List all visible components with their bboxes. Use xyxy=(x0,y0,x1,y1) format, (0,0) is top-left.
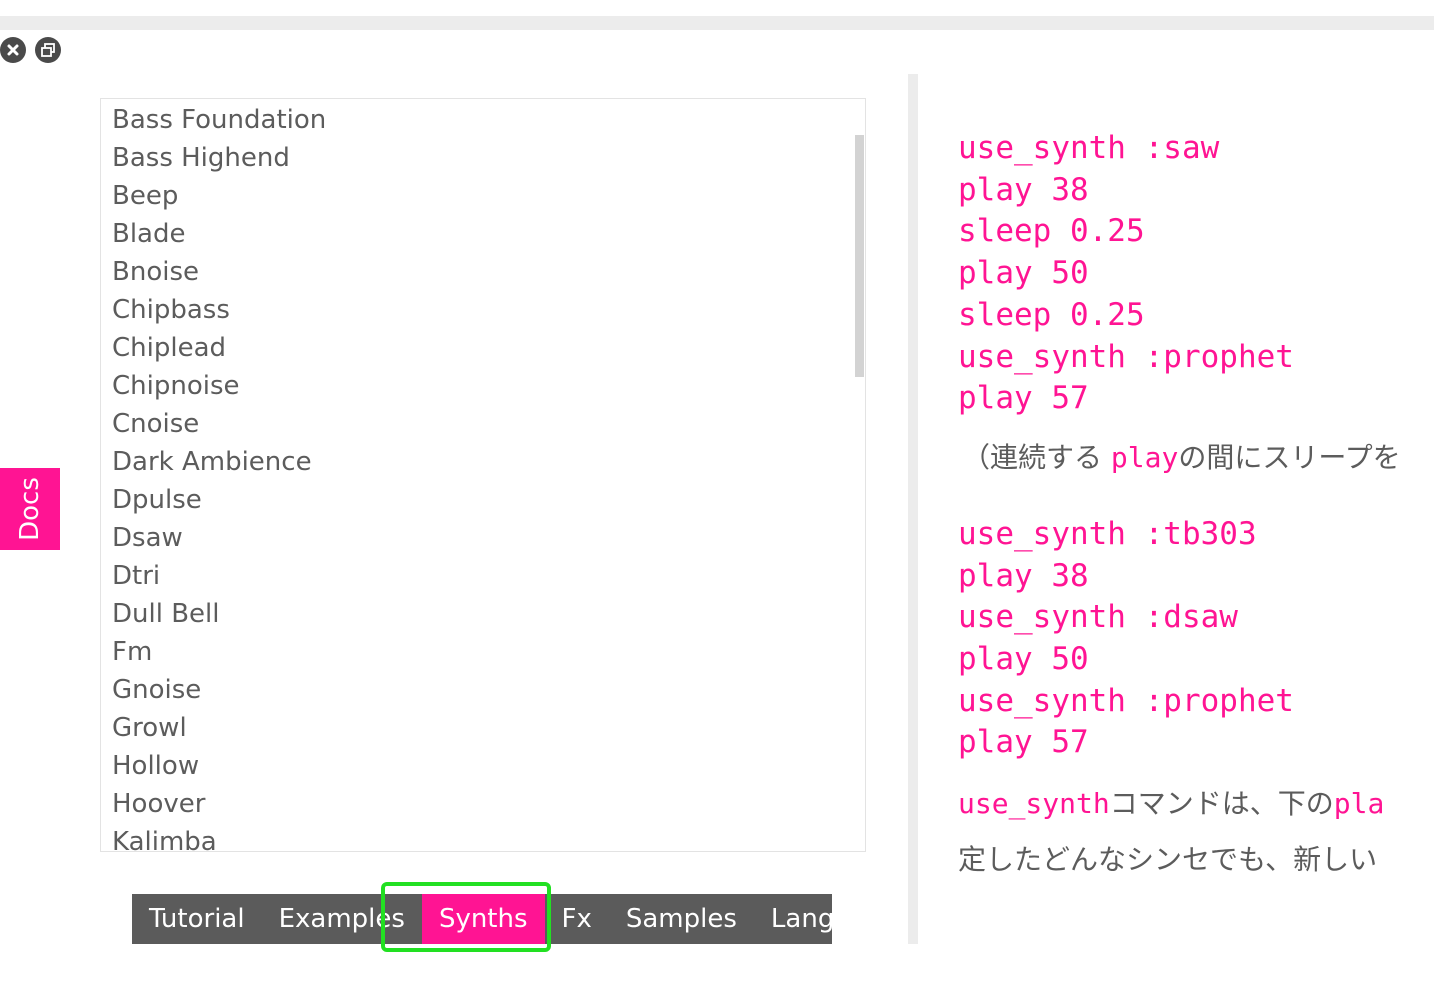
restore-button[interactable] xyxy=(35,37,61,63)
code-line: use_synth :saw xyxy=(958,130,1220,166)
synth-list-item[interactable]: Bass Highend xyxy=(112,139,865,177)
synth-list-item[interactable]: Bnoise xyxy=(112,253,865,291)
doc-paragraph-2-keyword-2: pla xyxy=(1333,787,1385,821)
panel-divider[interactable] xyxy=(908,74,918,944)
code-line: play 50 xyxy=(958,255,1089,292)
synth-list-item[interactable]: Hoover xyxy=(112,785,865,823)
synth-list-item[interactable]: Gnoise xyxy=(112,671,865,709)
synth-list-scrollbar[interactable] xyxy=(853,99,865,851)
synth-list-item[interactable]: Chiplead xyxy=(112,329,865,367)
doc-paragraph-1: （連続する playの間にスリープを xyxy=(958,436,1434,476)
docs-side-tab-label: Docs xyxy=(15,477,45,541)
synth-list-item[interactable]: Blade xyxy=(112,215,865,253)
code-line: use_synth :tb303 xyxy=(958,515,1257,552)
restore-icon xyxy=(41,43,55,57)
code-line: play 57 xyxy=(958,380,1089,417)
top-bar xyxy=(0,16,1434,30)
doc-paragraph-1-suffix: の間にスリープを xyxy=(1178,440,1401,474)
code-line: use_synth :dsaw xyxy=(958,599,1238,636)
synth-list-item[interactable]: Dull Bell xyxy=(112,595,865,633)
doc-paragraph-1-prefix: （連続する xyxy=(962,440,1111,474)
docs-tab-bar: Tutorial Examples Synths Fx Samples Lang xyxy=(132,894,834,944)
synth-list-item[interactable]: Cnoise xyxy=(112,405,865,443)
close-icon xyxy=(7,44,19,56)
synth-list-item[interactable]: Hollow xyxy=(112,747,865,785)
code-line: play 38 xyxy=(958,557,1089,594)
synth-list-items: Bass Foundation Bass Highend Beep Blade Bnoi… xyxy=(101,99,865,851)
synth-list-item[interactable]: Fm xyxy=(112,633,865,671)
doc-paragraph-2-keyword: use_synth xyxy=(958,787,1110,821)
code-line: use_synth :prophet xyxy=(958,682,1294,719)
doc-content: use_synth :saw play 38 sleep 0.25 play 50 sl… xyxy=(958,128,1434,986)
code-block-2: use_synth :tb303 play 38 use_synth :dsaw pl… xyxy=(958,514,1434,764)
synth-list[interactable]: Bass Foundation Bass Highend Beep Blade Bnoi… xyxy=(100,98,866,852)
code-line: play 50 xyxy=(958,641,1089,678)
doc-paragraph-2: use_synthコマンドは、下のpla xyxy=(958,782,1434,822)
doc-paragraph-3: 定したどんなシンセでも、新しい xyxy=(958,838,1434,878)
code-line: use_synth :prophet xyxy=(958,338,1294,375)
tab-lang[interactable]: Lang xyxy=(754,894,851,944)
code-line: sleep 0.25 xyxy=(958,296,1145,333)
tab-examples[interactable]: Examples xyxy=(262,894,422,944)
doc-paragraph-3-text: 定したどんなシンセでも、新しい xyxy=(958,843,1378,877)
doc-paragraph-1-keyword: play xyxy=(1110,440,1179,474)
code-line: play 38 xyxy=(958,171,1089,208)
tab-samples[interactable]: Samples xyxy=(609,894,754,944)
synth-list-item[interactable]: Beep xyxy=(112,177,865,215)
synth-list-item[interactable]: Dsaw xyxy=(112,519,865,557)
synth-list-item[interactable]: Bass Foundation xyxy=(112,101,865,139)
synth-list-item[interactable]: Dpulse xyxy=(112,481,865,519)
code-line: play 57 xyxy=(958,724,1089,761)
synth-list-item[interactable]: Dark Ambience xyxy=(112,443,865,481)
close-button[interactable] xyxy=(0,37,26,63)
synth-list-item[interactable]: Chipnoise xyxy=(112,367,865,405)
tab-fx[interactable]: Fx xyxy=(545,894,609,944)
code-block-1: use_synth :saw play 38 sleep 0.25 play 50 sl… xyxy=(958,128,1434,420)
synth-list-item[interactable]: Growl xyxy=(112,709,865,747)
tab-tutorial[interactable]: Tutorial xyxy=(132,894,262,944)
synth-list-item[interactable]: Dtri xyxy=(112,557,865,595)
doc-paragraph-2-text: コマンドは、下の xyxy=(1109,787,1334,821)
code-line: sleep 0.25 xyxy=(958,213,1145,250)
synth-list-item[interactable]: Kalimba xyxy=(112,823,865,851)
tab-synths[interactable]: Synths xyxy=(421,894,545,944)
docs-side-tab[interactable]: Docs xyxy=(0,468,60,550)
synth-list-scrollbar-thumb[interactable] xyxy=(855,135,864,377)
synth-list-item[interactable]: Chipbass xyxy=(112,291,865,329)
